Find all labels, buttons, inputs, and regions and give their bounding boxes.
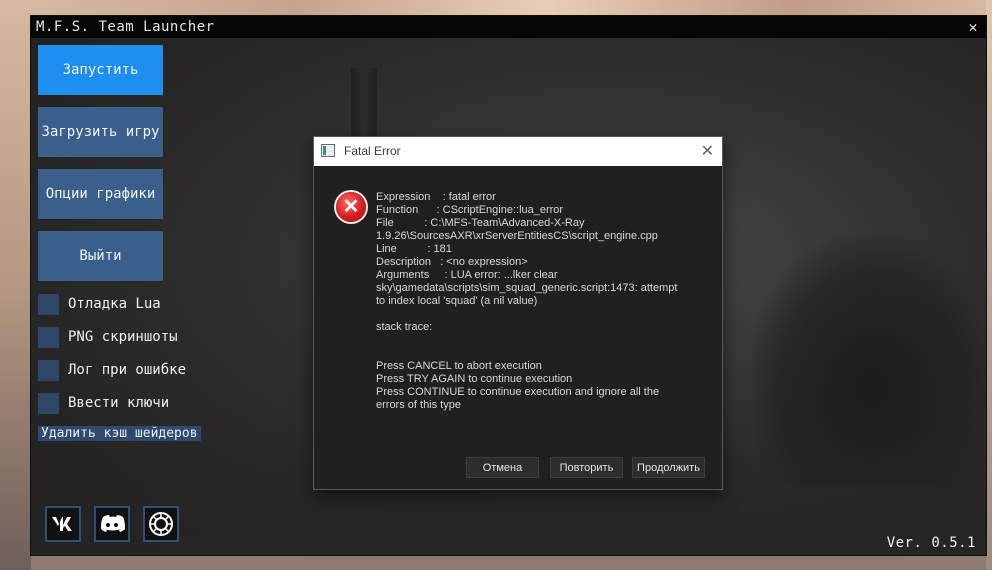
vk-button[interactable]: [45, 506, 81, 542]
enter-keys-checkbox[interactable]: Ввести ключи: [38, 392, 169, 414]
message-line: 1.9.26\SourcesAXR\xrServerEntitiesCS\scr…: [376, 230, 658, 242]
lua-debug-checkbox[interactable]: Отладка Lua: [38, 293, 161, 315]
message-line: Press CONTINUE to continue execution and…: [376, 386, 660, 398]
website-icon: [145, 508, 177, 540]
message-line: Press TRY AGAIN to continue execution: [376, 373, 573, 385]
checkbox-box[interactable]: [38, 293, 59, 315]
message-line: Press CANCEL to abort execution: [376, 360, 542, 372]
graphics-options-button[interactable]: Опции графики: [38, 169, 163, 219]
checkbox-label: PNG скриншоты: [68, 329, 178, 345]
message-line: errors of this type: [376, 399, 461, 411]
vk-icon: [47, 508, 79, 540]
discord-button[interactable]: [94, 506, 130, 542]
cancel-button[interactable]: Отмена: [466, 457, 539, 478]
message-line: File : C:\MFS-Team\Advanced-X-Ray: [376, 217, 585, 229]
version-label: Ver. 0.5.1: [886, 535, 976, 551]
message-line: to index local 'squad' (a nil value): [376, 295, 538, 307]
app-window-icon: [321, 144, 335, 157]
error-message: Expression : fatal error Function : CScr…: [376, 191, 706, 412]
message-line: Arguments : LUA error: ...lker clear: [376, 269, 558, 281]
message-line: Description : <no expression>: [376, 256, 528, 268]
retry-button[interactable]: Повторить: [550, 457, 623, 478]
launch-button[interactable]: Запустить: [38, 45, 163, 95]
checkbox-box[interactable]: [38, 392, 59, 414]
fatal-error-dialog: Fatal Error ✕ ✕ Expression : fatal error…: [314, 137, 722, 489]
checkbox-box[interactable]: [38, 359, 59, 381]
load-game-button[interactable]: Загрузить игру: [38, 107, 163, 157]
error-icon: ✕: [336, 192, 366, 222]
clear-shader-cache-button[interactable]: Удалить кэш шейдеров: [38, 426, 201, 441]
launcher-close-button[interactable]: ✕: [964, 16, 982, 38]
launcher-title: M.F.S. Team Launcher: [36, 19, 215, 35]
dialog-close-button[interactable]: ✕: [701, 141, 714, 161]
message-line: Function : CScriptEngine::lua_error: [376, 204, 564, 216]
website-button[interactable]: [143, 506, 179, 542]
message-line: stack trace:: [376, 321, 433, 333]
checkbox-label: Отладка Lua: [68, 296, 161, 312]
discord-icon: [96, 508, 128, 540]
exit-button[interactable]: Выйти: [38, 231, 163, 281]
message-line: Expression : fatal error: [376, 191, 496, 203]
png-screenshots-checkbox[interactable]: PNG скриншоты: [38, 326, 178, 348]
error-log-checkbox[interactable]: Лог при ошибке: [38, 359, 186, 381]
message-line: Line : 181: [376, 243, 452, 255]
background-art-left: [0, 0, 31, 570]
background-art-right: [986, 0, 992, 570]
checkbox-label: Ввести ключи: [68, 395, 170, 411]
dialog-title: Fatal Error: [344, 144, 401, 158]
continue-button[interactable]: Продолжить: [632, 457, 705, 478]
checkbox-label: Лог при ошибке: [68, 362, 187, 378]
background-art-top: [0, 0, 992, 16]
dialog-titlebar: Fatal Error ✕: [314, 137, 722, 166]
message-line: sky\gamedata\scripts\sim_squad_generic.s…: [376, 282, 678, 294]
checkbox-box[interactable]: [38, 326, 59, 348]
launcher-titlebar: M.F.S. Team Launcher ✕: [31, 16, 986, 38]
